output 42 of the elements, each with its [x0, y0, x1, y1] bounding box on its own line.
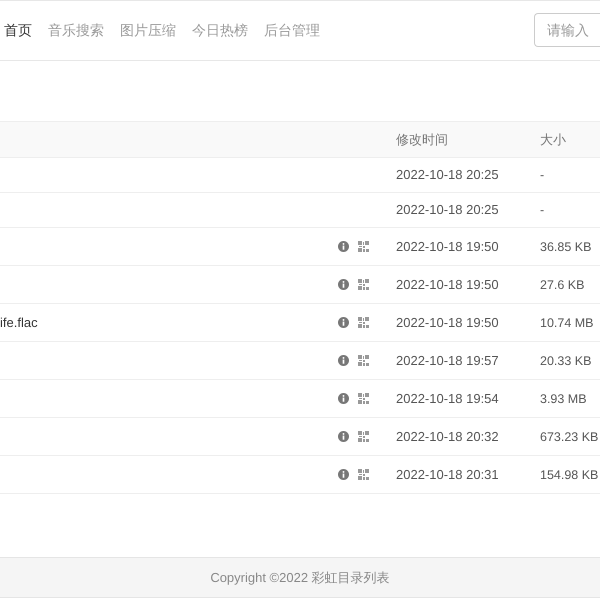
modified-time: 2022-10-18 20:25	[396, 167, 499, 182]
qr-code-icon[interactable]	[358, 393, 369, 404]
file-size: 154.98 KB	[540, 468, 598, 482]
column-header: 大小	[540, 132, 566, 147]
nav-link[interactable]: 图片压缩	[120, 20, 176, 41]
qr-code-icon[interactable]	[358, 469, 369, 480]
file-size: -	[540, 168, 544, 182]
info-icon[interactable]	[338, 469, 349, 480]
info-icon[interactable]	[338, 317, 349, 328]
file-size: -	[540, 203, 544, 218]
qr-code-icon[interactable]	[358, 317, 369, 328]
copyright-text: Copyright ©2022 彩虹目录列表	[210, 568, 390, 587]
info-icon[interactable]	[338, 241, 349, 252]
file-size: 27.6 KB	[540, 278, 584, 292]
modified-time: 2022-10-18 19:50	[396, 314, 499, 330]
qr-code-icon[interactable]	[358, 279, 369, 290]
file-name[interactable]: ife.flac	[0, 314, 38, 330]
modified-time: 2022-10-18 19:50	[396, 238, 499, 254]
modified-time: 2022-10-18 19:57	[396, 352, 499, 368]
file-size: 36.85 KB	[540, 240, 592, 254]
qr-code-icon[interactable]	[358, 241, 369, 252]
qr-code-icon[interactable]	[358, 355, 369, 366]
modified-time: 2022-10-18 20:32	[396, 428, 499, 444]
modified-time: 2022-10-18 19:50	[396, 276, 499, 292]
modified-time: 2022-10-18 20:31	[396, 466, 499, 482]
file-size: 673.23 KB	[540, 430, 598, 444]
file-size: 20.33 KB	[540, 354, 592, 368]
nav-link[interactable]: 音乐搜索	[48, 20, 104, 41]
file-size: 3.93 MB	[540, 392, 587, 406]
column-header: 修改时间	[396, 132, 448, 147]
nav-link[interactable]: 今日热榜	[192, 20, 248, 41]
modified-time: 2022-10-18 20:25	[396, 202, 499, 218]
info-icon[interactable]	[338, 431, 349, 442]
nav-link[interactable]: 首页	[4, 20, 32, 41]
info-icon[interactable]	[338, 279, 349, 290]
info-icon[interactable]	[338, 355, 349, 366]
file-size: 10.74 MB	[540, 316, 594, 330]
info-icon[interactable]	[338, 393, 349, 404]
modified-time: 2022-10-18 19:54	[396, 390, 499, 406]
nav-link[interactable]: 后台管理	[264, 20, 320, 41]
search-field[interactable]: 请输入	[534, 12, 600, 46]
qr-code-icon[interactable]	[358, 431, 369, 442]
